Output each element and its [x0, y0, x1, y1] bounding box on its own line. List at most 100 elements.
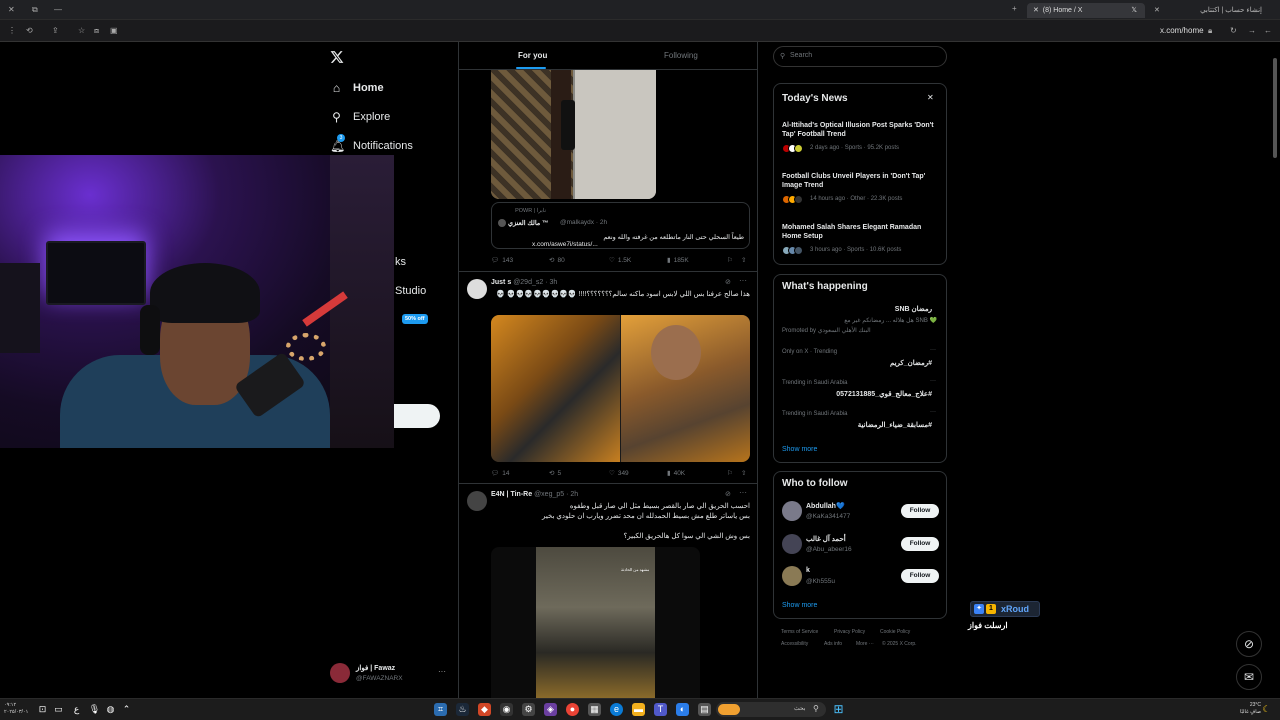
news-headline[interactable]: Mohamed Salah Shares Elegant Ramadan Hom… — [782, 223, 937, 241]
share-icon[interactable]: ⇧ — [741, 256, 746, 264]
quote-link[interactable]: x.com/aswe7i/status/... — [532, 241, 598, 248]
back-icon[interactable]: ← — [1264, 26, 1272, 35]
clock[interactable]: ٠٩:١٢ ٢٠٢٥/٠٣/٠١ — [4, 702, 28, 716]
url-text[interactable]: x.com/home — [1160, 26, 1204, 35]
new-tab-icon[interactable]: + — [1012, 4, 1017, 13]
star-icon[interactable]: ☆ — [78, 26, 85, 35]
translate-icon[interactable]: ⧈ — [94, 26, 99, 36]
user-avatar[interactable] — [782, 566, 802, 586]
x-logo-icon[interactable] — [330, 50, 344, 64]
more-icon[interactable]: ··· — [739, 488, 747, 497]
profile-name[interactable]: فواز | Fawaz — [356, 664, 395, 672]
user-name[interactable]: Abdullah💙 — [806, 502, 845, 510]
tweet-media-image[interactable] — [491, 315, 750, 462]
user-name[interactable]: k — [806, 567, 810, 574]
tweet-avatar[interactable] — [467, 491, 487, 511]
reply-action[interactable]: 💬︎ 14 — [491, 469, 510, 478]
post-button[interactable] — [394, 404, 440, 428]
tweet-media-image[interactable] — [491, 70, 656, 199]
trend-topic[interactable]: #علاج_معالج_قوي_0572131885 — [782, 390, 932, 398]
footer-link[interactable]: More ··· — [856, 641, 874, 647]
nav-home[interactable]: ⌂ Home — [330, 81, 384, 95]
more-icon[interactable]: ··· — [739, 276, 747, 285]
search-input[interactable]: ⚲ Search — [773, 46, 947, 67]
trend-more-icon[interactable]: ··· — [930, 347, 936, 353]
window-tray-icon[interactable]: ▭ — [52, 703, 65, 716]
obs-icon[interactable]: ◉ — [500, 703, 513, 716]
minimize-icon[interactable]: — — [54, 5, 62, 14]
forward-icon[interactable]: → — [1248, 26, 1256, 35]
mic-tray-icon[interactable]: 🎙︎ — [88, 703, 101, 716]
tab-close-icon[interactable]: ✕ — [1033, 7, 1039, 14]
tab-home[interactable]: ✕ (8) Home / X 𝕏 — [1027, 3, 1145, 18]
grok-floating-icon[interactable]: ⊘ — [1236, 631, 1262, 657]
messages-icon[interactable]: ✉ — [1236, 664, 1262, 690]
views-action[interactable]: ▮ 40K — [667, 469, 685, 478]
footer-link[interactable]: Terms of Service — [781, 629, 818, 635]
user-name[interactable]: أحمد آل غالب — [806, 535, 846, 543]
user-avatar[interactable] — [782, 501, 802, 521]
share-icon[interactable]: ⇧ — [741, 469, 746, 477]
trend-topic[interactable]: #مسابقة_ضياء_الرمضانية — [782, 421, 932, 429]
language-tray-icon[interactable]: ع — [70, 703, 83, 716]
tab-close-icon[interactable]: ✕ — [1154, 6, 1160, 14]
reload-icon[interactable]: ↻ — [1230, 26, 1237, 35]
footer-link[interactable]: Cookie Policy — [880, 629, 910, 635]
network-tray-icon[interactable]: ◍ — [104, 703, 117, 716]
weather-widget[interactable]: 23°C صافٍ غالبًا — [1240, 702, 1261, 716]
nav-creator-studio[interactable]: Studio — [395, 285, 426, 297]
tab-other[interactable]: ✕ إنشاء حساب | اكتتابي — [1148, 3, 1268, 18]
store-icon[interactable]: ▦ — [588, 703, 601, 716]
more-icon[interactable]: ··· — [438, 667, 446, 676]
app-icon-2[interactable]: ◈ — [544, 703, 557, 716]
like-action[interactable]: ♡ 349 — [609, 469, 629, 478]
news-headline[interactable]: Al-Ittihad's Optical Illusion Post Spark… — [782, 121, 937, 139]
grok-icon[interactable]: ⊘ — [725, 490, 731, 498]
like-action[interactable]: ♡ 1.5K — [609, 256, 631, 265]
follow-button[interactable]: Follow — [901, 537, 939, 551]
tweet-author[interactable]: Just s @29d_s2 · 3h — [491, 279, 557, 286]
promoted-trend-title[interactable]: رمضان SNB — [782, 305, 932, 313]
nav-notifications[interactable]: 🔔︎ 3 Notifications — [330, 134, 413, 153]
show-more-link[interactable]: Show more — [782, 446, 817, 453]
lock-icon[interactable]: 🔒︎ — [1208, 26, 1212, 36]
views-action[interactable]: ▮ 185K — [667, 256, 689, 265]
trend-more-icon[interactable]: ··· — [930, 409, 936, 415]
show-more-link[interactable]: Show more — [782, 602, 817, 609]
follow-button[interactable]: Follow — [901, 569, 939, 583]
share-icon[interactable]: ⇪ — [52, 26, 59, 35]
reply-action[interactable]: 💬︎ 143 — [491, 256, 513, 265]
bookmark-icon[interactable]: ⚐ — [727, 256, 733, 264]
premium-promo-badge[interactable]: 50% off — [402, 314, 428, 324]
settings-icon[interactable]: ⚙ — [522, 703, 535, 716]
trend-topic[interactable]: #رمضان_كريم — [782, 359, 932, 367]
repost-action[interactable]: ⟲ 5 — [549, 469, 561, 478]
copilot-icon[interactable]: ◐ — [676, 703, 689, 716]
chrome-icon[interactable]: ● — [566, 703, 579, 716]
news-headline[interactable]: Football Clubs Unveil Players in 'Don't … — [782, 172, 937, 190]
tweet-avatar[interactable] — [467, 279, 487, 299]
notifications-tray-icon[interactable]: ⊡ — [36, 703, 49, 716]
follow-button[interactable]: Follow — [901, 504, 939, 518]
taskbar-search[interactable]: بحث ⚲ — [716, 702, 826, 717]
tab-for-you[interactable]: For you — [518, 51, 547, 60]
show-hidden-icon[interactable]: ⌃ — [120, 703, 133, 716]
app-icon-3[interactable]: ▤ — [698, 703, 711, 716]
close-window-icon[interactable]: ✕ — [8, 5, 15, 14]
footer-link[interactable]: Accessibility — [781, 641, 808, 647]
start-icon[interactable]: ⊞ — [832, 703, 845, 716]
close-icon[interactable]: ✕ — [927, 93, 934, 102]
quoted-tweet[interactable]: نابرا | POWR مالك العنزي ™ @malkaydx · 2… — [491, 202, 750, 249]
teams-icon[interactable]: T — [654, 703, 667, 716]
tweet-media-video[interactable]: مشهد من الحادثة — [491, 547, 700, 698]
file-explorer-icon[interactable]: ▬ — [632, 703, 645, 716]
profile-avatar[interactable] — [330, 663, 350, 683]
user-avatar[interactable] — [782, 534, 802, 554]
tab-following[interactable]: Following — [664, 51, 698, 60]
tweet-author[interactable]: E4N | Tin-Re @xeg_p5 · 2h — [491, 491, 578, 498]
cast-icon[interactable]: ▣ — [110, 26, 118, 35]
menu-icon[interactable]: ⋮ — [8, 26, 16, 35]
brave-icon[interactable]: ◆ — [478, 703, 491, 716]
bookmark-icon[interactable]: ⚐ — [727, 469, 733, 477]
app-icon-1[interactable]: ⌗ — [434, 703, 447, 716]
